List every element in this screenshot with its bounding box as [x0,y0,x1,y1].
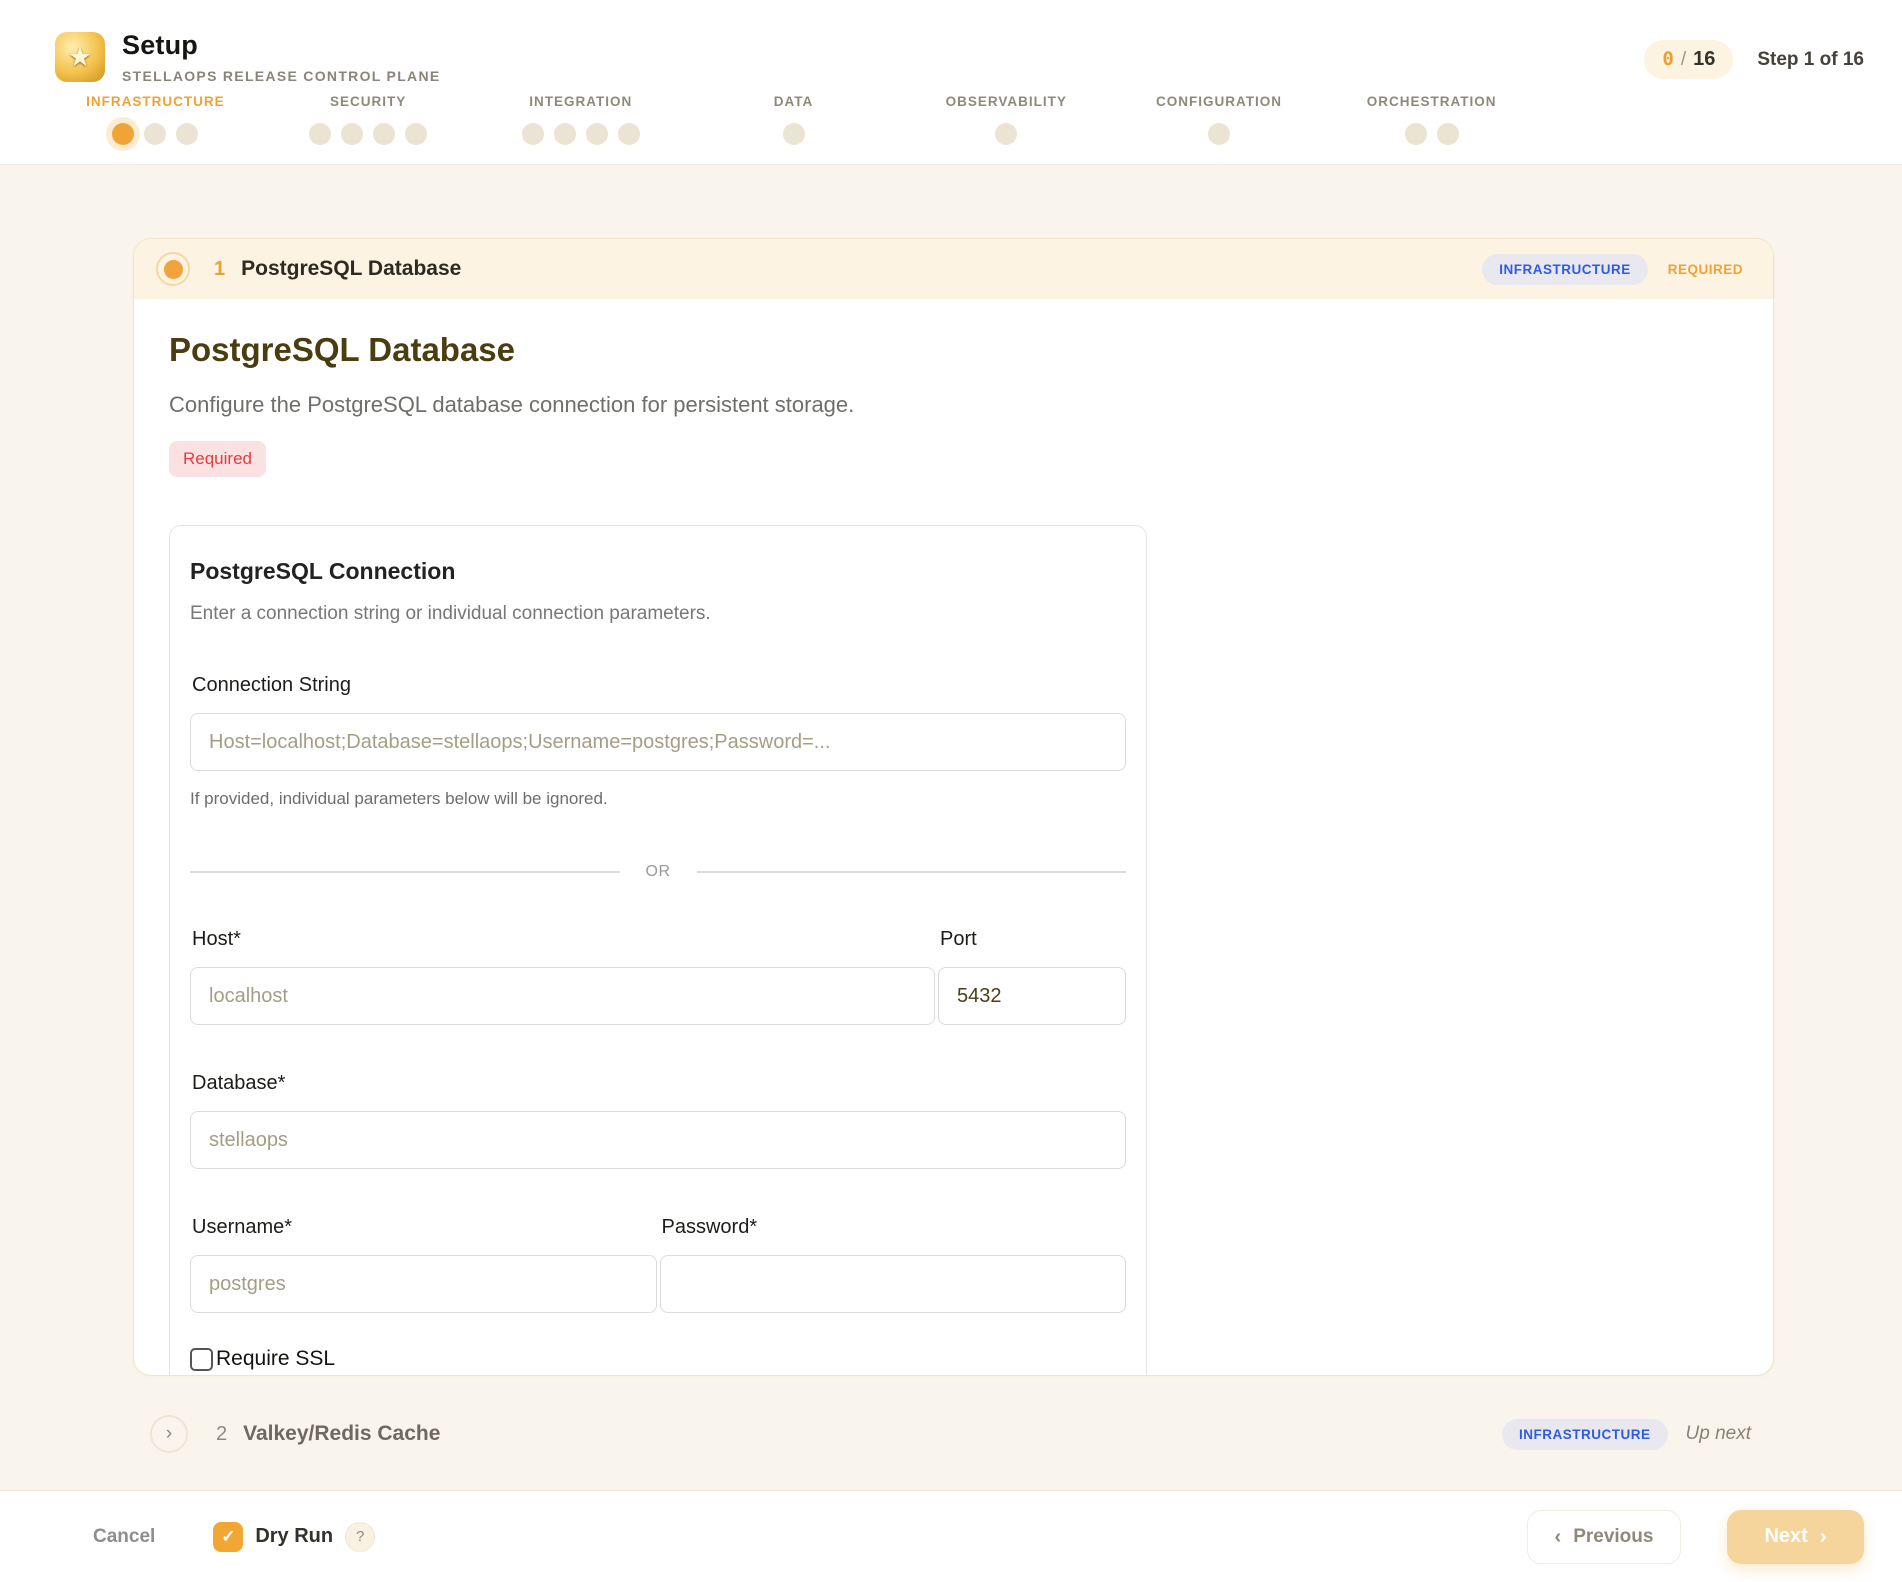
password-input[interactable] [660,1255,1127,1313]
phase-label: ORCHESTRATION [1367,94,1497,109]
step-dot[interactable] [1208,123,1230,145]
password-label: Password* [660,1213,1127,1241]
step-dot[interactable] [522,123,544,145]
step-dot[interactable] [373,123,395,145]
phase-tab-security[interactable]: SECURITY [262,94,475,148]
previous-label: Previous [1573,1526,1653,1548]
step-dot[interactable] [309,123,331,145]
step-card-body: PostgreSQL Database Configure the Postgr… [134,299,1773,1376]
phase-label: INTEGRATION [529,94,632,109]
progress-count-badge: 0 / 16 [1644,40,1733,79]
section-title: PostgreSQL Database [241,257,461,281]
phase-tab-configuration[interactable]: CONFIGURATION [1113,94,1326,148]
cancel-button[interactable]: Cancel [93,1526,155,1548]
step-dot-active[interactable] [112,123,134,145]
phase-label: CONFIGURATION [1156,94,1282,109]
step-dot[interactable] [783,123,805,145]
username-input[interactable] [190,1255,657,1313]
port-input[interactable] [938,967,1126,1025]
top-header: ★ Setup STELLAOPS RELEASE CONTROL PLANE … [0,0,1902,165]
phase-tab-data[interactable]: DATA [687,94,900,148]
progress-separator: / [1681,49,1686,71]
next-section-number: 2 [216,1423,227,1446]
page-title: PostgreSQL Database [169,329,1738,371]
phase-label: OBSERVABILITY [946,94,1067,109]
phase-tab-observability[interactable]: OBSERVABILITY [900,94,1113,148]
step-dot[interactable] [144,123,166,145]
check-icon: ✓ [221,1527,235,1547]
app-logo-star-icon: ★ [55,32,105,82]
phase-tab-integration[interactable]: INTEGRATION [474,94,687,148]
progress-current: 0 [1662,48,1673,70]
progress-total: 16 [1693,48,1715,71]
phase-tabs: INFRASTRUCTURE SECURITY INTEGRATION DATA OBS… [49,94,1538,148]
page-description: Configure the PostgreSQL database connec… [169,389,1738,421]
step-dot[interactable] [176,123,198,145]
radio-dot [164,260,183,279]
up-next-label: Up next [1686,1423,1751,1445]
phase-tab-infrastructure[interactable]: INFRASTRUCTURE [49,94,262,148]
section-number: 1 [214,258,225,281]
database-input[interactable] [190,1111,1126,1169]
radio-selected-icon[interactable] [156,252,190,286]
divider-line [190,871,620,873]
connection-string-input[interactable] [190,713,1126,771]
panel-subtitle: Enter a connection string or individual … [190,601,1126,627]
dry-run-group: ✓ Dry Run ? [213,1522,375,1552]
chevron-right-icon: › [1820,1527,1827,1547]
phase-label: INFRASTRUCTURE [86,94,225,109]
step-indicator: Step 1 of 16 [1757,49,1864,71]
connection-panel: PostgreSQL Connection Enter a connection… [169,525,1147,1376]
required-badge: REQUIRED [1668,262,1743,277]
or-divider: OR [190,863,1126,881]
progress-summary: 0 / 16 Step 1 of 16 [1644,40,1864,79]
step-dot[interactable] [405,123,427,145]
question-icon[interactable]: ? [345,1522,375,1552]
step-dot[interactable] [1405,123,1427,145]
required-pill: Required [169,441,266,477]
next-button[interactable]: Next › [1727,1510,1864,1564]
divider-line [697,871,1127,873]
app-subtitle: STELLAOPS RELEASE CONTROL PLANE [122,68,441,84]
main-content: 1 PostgreSQL Database INFRASTRUCTURE REQ… [0,165,1902,1490]
connection-string-helper: If provided, individual parameters below… [190,787,1126,811]
host-input[interactable] [190,967,935,1025]
step-dot[interactable] [1437,123,1459,145]
dry-run-label: Dry Run [255,1525,333,1548]
step-dot[interactable] [586,123,608,145]
chevron-right-icon[interactable]: › [150,1415,188,1453]
phase-tab-orchestration[interactable]: ORCHESTRATION [1325,94,1538,148]
phase-label: DATA [774,94,814,109]
next-category-badge: INFRASTRUCTURE [1502,1419,1668,1450]
next-section-title: Valkey/Redis Cache [243,1422,440,1446]
footer-bar: Cancel ✓ Dry Run ? ‹ Previous Next › [0,1490,1902,1582]
brand: ★ Setup STELLAOPS RELEASE CONTROL PLANE [55,30,1864,84]
port-label: Port [938,925,1126,953]
or-label: OR [646,863,671,881]
step-dot[interactable] [995,123,1017,145]
panel-title: PostgreSQL Connection [190,556,1126,586]
dry-run-checkbox[interactable]: ✓ [213,1522,243,1552]
connection-string-label: Connection String [190,671,1126,699]
step-card-header[interactable]: 1 PostgreSQL Database INFRASTRUCTURE REQ… [134,239,1773,299]
database-label: Database* [190,1069,1126,1097]
chevron-left-icon: ‹ [1555,1527,1562,1547]
postgresql-step-card: 1 PostgreSQL Database INFRASTRUCTURE REQ… [133,238,1774,1376]
require-ssl-checkbox[interactable] [190,1348,213,1371]
step-dot[interactable] [618,123,640,145]
category-badge: INFRASTRUCTURE [1482,254,1648,285]
next-label: Next [1764,1525,1807,1548]
host-label: Host* [190,925,935,953]
app-title: Setup [122,30,441,61]
phase-label: SECURITY [330,94,406,109]
step-dot[interactable] [554,123,576,145]
next-section-row[interactable]: › 2 Valkey/Redis Cache INFRASTRUCTURE Up… [133,1398,1774,1470]
username-label: Username* [190,1213,657,1241]
step-dot[interactable] [341,123,363,145]
previous-button[interactable]: ‹ Previous [1527,1510,1681,1564]
require-ssl-label: Require SSL [216,1347,335,1371]
